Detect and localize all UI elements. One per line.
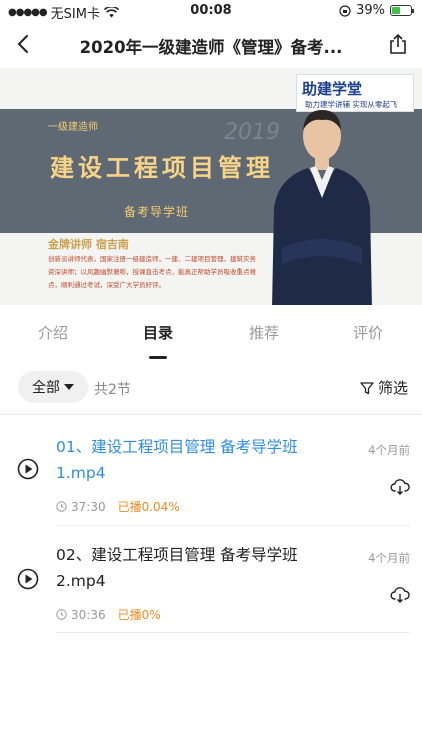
lesson-title[interactable]: 01、建设工程项目管理 备考导学班1.mp4 [56, 434, 336, 486]
lesson-meta: 37:30 已播0.04% [56, 498, 180, 515]
lesson-divider [56, 525, 410, 526]
banner-course-title: 建设工程项目管理 [50, 154, 274, 182]
banner-class-name: 备考导学班 [124, 205, 190, 219]
lesson-age: 4个月前 [368, 443, 410, 457]
caret-down-icon [64, 384, 74, 390]
lesson-progress: 已播0.04% [117, 500, 180, 514]
tab-intro[interactable]: 介绍 [13, 322, 93, 343]
banner-desc-1: 创新派讲师代表，国家注册一级建造师，一建、二建项目管理，建筑实务 [48, 255, 256, 263]
nav-bar: 2020年一级建造师《管理》备考... [0, 22, 422, 68]
tab-catalog[interactable]: 目录 [118, 322, 198, 343]
active-tab-indicator [149, 356, 167, 359]
banner-category: 一级建造师 [48, 122, 98, 133]
banner-desc-2: 资深讲师；以风趣幽默著称，授课直击考点，能真正帮助学员吸收重点难 [48, 268, 256, 276]
all-dropdown[interactable]: 全部 [18, 371, 88, 403]
clock-icon [56, 501, 67, 512]
lesson-item[interactable]: 02、建设工程项目管理 备考导学班2.mp4 30:36 已播0% 4个月前 [0, 528, 422, 634]
teacher-photo [272, 110, 372, 305]
filter-divider [0, 414, 422, 415]
share-icon[interactable] [386, 32, 410, 56]
lesson-count: 共2节 [94, 382, 131, 398]
battery-icon [390, 5, 414, 16]
course-banner: 助建学堂 助力建学讲辅 实现从零起飞 一级建造师 2019 建设工程项目管理 备… [0, 68, 422, 305]
filter-row: 全部 共2节 筛选 [0, 368, 422, 408]
status-bar: ●●●●● 无SIM卡 00:08 39% [0, 0, 422, 22]
page-title: 2020年一级建造师《管理》备考... [79, 38, 343, 57]
lesson-meta: 30:36 已播0% [56, 606, 161, 623]
cloud-download-icon[interactable] [390, 477, 410, 497]
banner-desc-3: 点，顺利通过考试，深受广大学员好评。 [48, 281, 165, 289]
lesson-divider [56, 632, 410, 633]
all-dropdown-label: 全部 [32, 380, 60, 396]
lesson-title[interactable]: 02、建设工程项目管理 备考导学班2.mp4 [56, 542, 336, 594]
banner-teacher: 金牌讲师 宿吉南 [48, 238, 129, 251]
back-icon[interactable] [12, 32, 36, 56]
lesson-duration: 30:36 [71, 607, 106, 622]
filter-icon [360, 381, 374, 394]
play-icon[interactable] [17, 568, 39, 590]
filter-label: 筛选 [377, 379, 408, 397]
section-tabs: 介绍 目录 推荐 评价 [0, 312, 422, 362]
tab-recommend[interactable]: 推荐 [224, 322, 304, 343]
lesson-item[interactable]: 01、建设工程项目管理 备考导学班1.mp4 37:30 已播0.04% 4个月… [0, 420, 422, 526]
logo-text: 助建学堂 [302, 80, 363, 98]
clock-icon [56, 609, 67, 620]
lesson-duration: 37:30 [71, 499, 106, 514]
filter-button[interactable]: 筛选 [360, 377, 408, 398]
play-icon[interactable] [17, 458, 39, 480]
status-right: 39% [339, 3, 414, 18]
cloud-download-icon[interactable] [390, 585, 410, 605]
tab-reviews[interactable]: 评价 [328, 322, 408, 343]
rotation-lock-icon [339, 4, 351, 17]
lesson-age: 4个月前 [368, 551, 410, 565]
lesson-progress: 已播0% [117, 608, 161, 622]
battery-percent: 39% [356, 3, 385, 18]
